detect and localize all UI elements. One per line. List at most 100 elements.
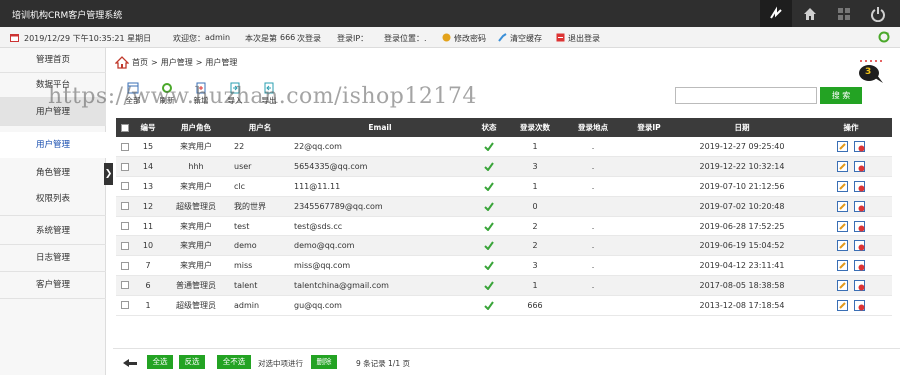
clear-cache-link[interactable]: 清空缓存: [510, 33, 542, 44]
cell-id: 12: [134, 196, 162, 217]
table-footer: 全选 反选 全不选 对选中项进行 删除 9 条记录 1/1 页: [113, 348, 900, 375]
header-checkbox[interactable]: [116, 118, 134, 137]
logout-icon: [556, 33, 565, 44]
edit-icon[interactable]: [836, 240, 848, 252]
edit-icon[interactable]: [836, 299, 848, 311]
delete-selected-button[interactable]: 删除: [311, 355, 337, 369]
switch-icon[interactable]: [760, 0, 792, 27]
breadcrumb-level1[interactable]: 用户管理: [161, 57, 193, 68]
select-none-button[interactable]: 全不选: [217, 355, 251, 369]
cell-email: demo@qq.com: [290, 235, 470, 257]
cell-actions: [810, 196, 892, 217]
login-ip-label: 登录IP：: [337, 34, 369, 43]
welcome-label: 欢迎您：: [173, 34, 205, 43]
watermark-text: https://www.huzhan.com/ishop12174: [48, 84, 477, 109]
edit-icon[interactable]: [836, 200, 848, 212]
sidebar-subitem-roles[interactable]: 角色管理: [0, 160, 106, 186]
message-count: 3: [865, 67, 872, 77]
table-row: 7 来宾用户 miss miss@qq.com 3 . 2019-04-12 2…: [116, 255, 892, 277]
change-password-link[interactable]: 修改密码: [454, 33, 486, 44]
edit-icon[interactable]: [836, 180, 848, 192]
cell-id: 13: [134, 176, 162, 197]
cell-email: 5654335@qq.com: [290, 156, 470, 178]
cell-date: 2019-04-12 23:11:41: [674, 255, 810, 277]
sidebar-subitem-permissions[interactable]: 权限列表: [0, 186, 106, 216]
table-row: 15 来宾用户 22 22@qq.com 1 . 2019-12-27 09:2…: [116, 137, 892, 158]
cell-login-count: 0: [508, 196, 562, 217]
edit-icon[interactable]: [836, 260, 848, 272]
sidebar-item-dashboard[interactable]: 管理首页: [0, 48, 106, 73]
search-button[interactable]: 搜 索: [820, 87, 862, 104]
status-check-icon: [470, 275, 508, 296]
edit-icon[interactable]: [836, 279, 848, 291]
status-check-icon: [470, 255, 508, 277]
breadcrumb-separator: >: [195, 57, 203, 67]
cell-login-count: 1: [508, 176, 562, 197]
delete-icon[interactable]: [854, 240, 866, 252]
row-checkbox[interactable]: [116, 156, 134, 178]
broom-icon: [498, 33, 507, 44]
row-checkbox[interactable]: [116, 235, 134, 257]
sidebar-collapse-toggle[interactable]: ❯: [104, 163, 113, 185]
delete-icon[interactable]: [854, 279, 866, 291]
edit-icon[interactable]: [836, 161, 848, 173]
invert-selection-button[interactable]: 反选: [179, 355, 205, 369]
table-row: 11 来宾用户 test test@sds.cc 2 . 2019-06-28 …: [116, 216, 892, 237]
status-check-icon: [470, 156, 508, 178]
table-row: 10 来宾用户 demo demo@qq.com 2 . 2019-06-19 …: [116, 235, 892, 257]
cell-username: clc: [230, 176, 290, 197]
delete-icon[interactable]: [854, 161, 866, 173]
row-checkbox[interactable]: [116, 216, 134, 237]
cell-email: gu@qq.com: [290, 295, 470, 316]
row-checkbox[interactable]: [116, 255, 134, 277]
delete-icon[interactable]: [854, 200, 866, 212]
search-input[interactable]: [675, 87, 817, 104]
cell-login-place: .: [562, 255, 624, 277]
return-arrow-icon[interactable]: [121, 357, 139, 367]
cell-username: 我的世界: [230, 196, 290, 217]
cell-id: 14: [134, 156, 162, 178]
edit-icon[interactable]: [836, 141, 848, 153]
calendar-icon: [10, 33, 19, 44]
delete-icon[interactable]: [854, 220, 866, 232]
delete-icon[interactable]: [854, 141, 866, 153]
cell-username: user: [230, 156, 290, 178]
cell-username: miss: [230, 255, 290, 277]
row-checkbox[interactable]: [116, 176, 134, 197]
power-icon[interactable]: [862, 0, 894, 27]
cell-role: 超级管理员: [162, 196, 230, 217]
pagination-info: 9 条记录 1/1 页: [356, 359, 410, 368]
cell-login-ip: [624, 176, 674, 197]
row-checkbox[interactable]: [116, 275, 134, 296]
column-header: 用户角色: [162, 118, 230, 137]
select-all-button[interactable]: 全选: [147, 355, 173, 369]
grid-icon[interactable]: [828, 0, 860, 27]
cell-date: 2019-07-02 10:20:48: [674, 196, 810, 217]
row-checkbox[interactable]: [116, 196, 134, 217]
cell-username: admin: [230, 295, 290, 316]
selected-action-label: 对选中项进行: [258, 359, 303, 368]
refresh-icon[interactable]: [878, 31, 890, 43]
breadcrumb: 首页 > 用户管理 > 用户管理: [115, 55, 237, 69]
cell-login-ip: [624, 275, 674, 296]
row-checkbox[interactable]: [116, 295, 134, 316]
logout-link[interactable]: 退出登录: [568, 33, 600, 44]
home-icon[interactable]: [794, 0, 826, 27]
cell-login-count: 2: [508, 216, 562, 237]
delete-icon[interactable]: [854, 299, 866, 311]
column-header: 操作: [810, 118, 892, 137]
message-badge[interactable]: 3: [853, 58, 889, 84]
sidebar-subitem-users[interactable]: 用户管理: [0, 132, 106, 158]
row-checkbox[interactable]: [116, 137, 134, 158]
sidebar-item-customers[interactable]: 客户管理: [0, 272, 106, 299]
cell-role: hhh: [162, 156, 230, 178]
breadcrumb-home[interactable]: 首页: [132, 57, 148, 68]
table-row: 6 普通管理员 talent talentchina@gmail.com 1 .…: [116, 275, 892, 296]
delete-icon[interactable]: [854, 260, 866, 272]
edit-icon[interactable]: [836, 220, 848, 232]
sidebar-item-system[interactable]: 系统管理: [0, 218, 106, 245]
delete-icon[interactable]: [854, 180, 866, 192]
cell-login-ip: [624, 196, 674, 217]
sidebar-item-logs[interactable]: 日志管理: [0, 245, 106, 272]
home-icon[interactable]: [115, 55, 129, 69]
